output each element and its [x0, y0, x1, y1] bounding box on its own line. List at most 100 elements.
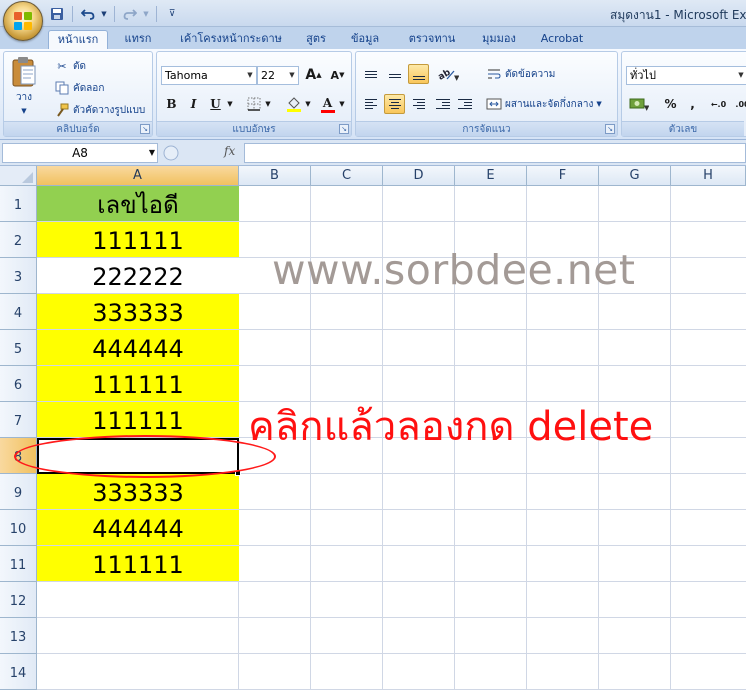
borders-button[interactable]	[243, 94, 264, 114]
row-header-1[interactable]: 1	[0, 186, 37, 222]
tab-view[interactable]: มุมมอง	[472, 30, 526, 49]
clipboard-launcher-icon[interactable]: ↘	[140, 124, 150, 134]
align-top-button[interactable]	[360, 64, 381, 84]
row-header-9[interactable]: 9	[0, 474, 37, 510]
insert-function-icon[interactable]: fx	[224, 144, 235, 158]
shrink-font-button[interactable]: A ▼	[327, 65, 348, 85]
fill-color-button[interactable]	[283, 94, 304, 114]
alignment-launcher-icon[interactable]: ↘	[605, 124, 615, 134]
font-launcher-icon[interactable]: ↘	[339, 124, 349, 134]
paste-button[interactable]: วาง ▼	[10, 56, 38, 115]
increase-indent-button[interactable]	[454, 94, 475, 114]
borders-dropdown-icon[interactable]: ▼	[263, 94, 273, 114]
cut-label: ตัด	[73, 60, 86, 72]
format-painter-button[interactable]: ตัวคัดวางรูปแบบ	[54, 102, 145, 118]
cell-a1[interactable]: เลขไอดี	[38, 186, 238, 222]
row-header-10[interactable]: 10	[0, 510, 37, 546]
row-header-4[interactable]: 4	[0, 294, 37, 330]
wrap-text-button[interactable]: ตัดข้อความ	[486, 66, 555, 82]
row-header-7[interactable]: 7	[0, 402, 37, 438]
cell-a2[interactable]: 111111	[38, 222, 238, 258]
row-header-12[interactable]: 12	[0, 582, 37, 618]
save-icon[interactable]	[48, 5, 66, 23]
font-color-swatch	[320, 109, 335, 113]
redo-dropdown-icon[interactable]: ▼	[142, 5, 150, 23]
column-header-e[interactable]: E	[455, 166, 527, 186]
tab-page-layout[interactable]: เค้าโครงหน้ากระดาษ	[172, 30, 290, 49]
wrap-text-label: ตัดข้อความ	[505, 68, 556, 80]
cut-button[interactable]: ✂ ตัด	[54, 58, 86, 74]
align-center-button[interactable]	[384, 94, 405, 114]
tab-acrobat[interactable]: Acrobat	[534, 30, 590, 49]
font-size-combo[interactable]: 22 ▼	[257, 66, 299, 85]
tab-data[interactable]: ข้อมูล	[342, 30, 388, 49]
column-header-c[interactable]: C	[311, 166, 383, 186]
cell-a7[interactable]: 111111	[38, 402, 238, 438]
italic-button[interactable]: I	[183, 94, 204, 114]
align-bottom-button[interactable]	[408, 64, 429, 84]
cell-a9[interactable]: 333333	[38, 474, 238, 510]
row-header-13[interactable]: 13	[0, 618, 37, 654]
alignment-group: ab ▼ ตัดข้อความ ผสานและจัดกึ่งกลาง ▼ การจ…	[355, 51, 618, 137]
cell-a4[interactable]: 333333	[38, 294, 238, 330]
merge-center-button[interactable]: ผสานและจัดกึ่งกลาง ▼	[486, 96, 602, 112]
underline-button[interactable]: U	[205, 94, 226, 114]
decrease-decimal-button[interactable]: .00	[732, 94, 746, 114]
bold-button[interactable]: B	[161, 94, 182, 114]
decrease-indent-button[interactable]	[432, 94, 453, 114]
column-header-h[interactable]: H	[671, 166, 746, 186]
fill-color-dropdown-icon[interactable]: ▼	[303, 94, 313, 114]
increase-decimal-button[interactable]: ←.0	[708, 94, 729, 114]
select-all-corner[interactable]	[0, 166, 37, 186]
row-header-2[interactable]: 2	[0, 222, 37, 258]
name-box[interactable]: A8 ▼	[2, 143, 158, 163]
tab-formulas[interactable]: สูตร	[296, 30, 336, 49]
customize-icon[interactable]: ⊽	[163, 5, 181, 23]
column-header-g[interactable]: G	[599, 166, 671, 186]
wrap-text-icon	[486, 66, 502, 82]
alignment-group-label: การจัดแนว	[356, 121, 617, 136]
row-header-5[interactable]: 5	[0, 330, 37, 366]
row-header-6[interactable]: 6	[0, 366, 37, 402]
quick-access-toolbar: ▼ ▼ ⊽	[48, 4, 181, 24]
cell-a6[interactable]: 111111	[38, 366, 238, 402]
tab-insert[interactable]: แทรก	[112, 30, 164, 49]
cell-a5[interactable]: 444444	[38, 330, 238, 366]
svg-text:▼: ▼	[644, 104, 649, 111]
font-color-dropdown-icon[interactable]: ▼	[337, 94, 347, 114]
cell-a10[interactable]: 444444	[38, 510, 238, 546]
underline-dropdown-icon[interactable]: ▼	[225, 94, 235, 114]
ribbon-tabs: หน้าแรก แทรก เค้าโครงหน้ากระดาษ สูตร ข้อ…	[0, 27, 746, 49]
office-button[interactable]	[3, 1, 43, 41]
name-box-value: A8	[72, 146, 88, 160]
column-header-b[interactable]: B	[239, 166, 311, 186]
align-middle-button[interactable]	[384, 64, 405, 84]
formula-input[interactable]	[244, 143, 746, 163]
orientation-button[interactable]: ab ▼	[434, 64, 462, 84]
row-header-3[interactable]: 3	[0, 258, 37, 294]
column-header-f[interactable]: F	[527, 166, 599, 186]
redo-icon[interactable]	[121, 5, 139, 23]
align-left-button[interactable]	[360, 94, 381, 114]
row-header-11[interactable]: 11	[0, 546, 37, 582]
tab-review[interactable]: ตรวจทาน	[400, 30, 464, 49]
undo-icon[interactable]	[79, 5, 97, 23]
select-all-icon	[22, 172, 33, 183]
align-right-button[interactable]	[408, 94, 429, 114]
undo-dropdown-icon[interactable]: ▼	[100, 5, 108, 23]
comma-button[interactable]: ,	[682, 94, 703, 114]
grow-font-button[interactable]: A ▲	[303, 65, 324, 85]
font-name-combo[interactable]: Tahoma ▼	[161, 66, 257, 85]
number-format-combo[interactable]: ทั่วไป ▼	[626, 66, 746, 85]
font-color-button[interactable]: A	[317, 94, 338, 114]
row-header-14[interactable]: 14	[0, 654, 37, 690]
cell-a11[interactable]: 111111	[38, 546, 238, 582]
percent-button[interactable]: %	[660, 94, 681, 114]
expand-icon	[163, 145, 179, 161]
tab-home[interactable]: หน้าแรก	[48, 30, 108, 49]
cell-a3[interactable]: 222222	[38, 258, 238, 294]
copy-button[interactable]: คัดลอก	[54, 80, 104, 96]
column-header-d[interactable]: D	[383, 166, 455, 186]
currency-button[interactable]: ▼	[626, 94, 652, 114]
column-header-a[interactable]: A	[37, 166, 239, 186]
